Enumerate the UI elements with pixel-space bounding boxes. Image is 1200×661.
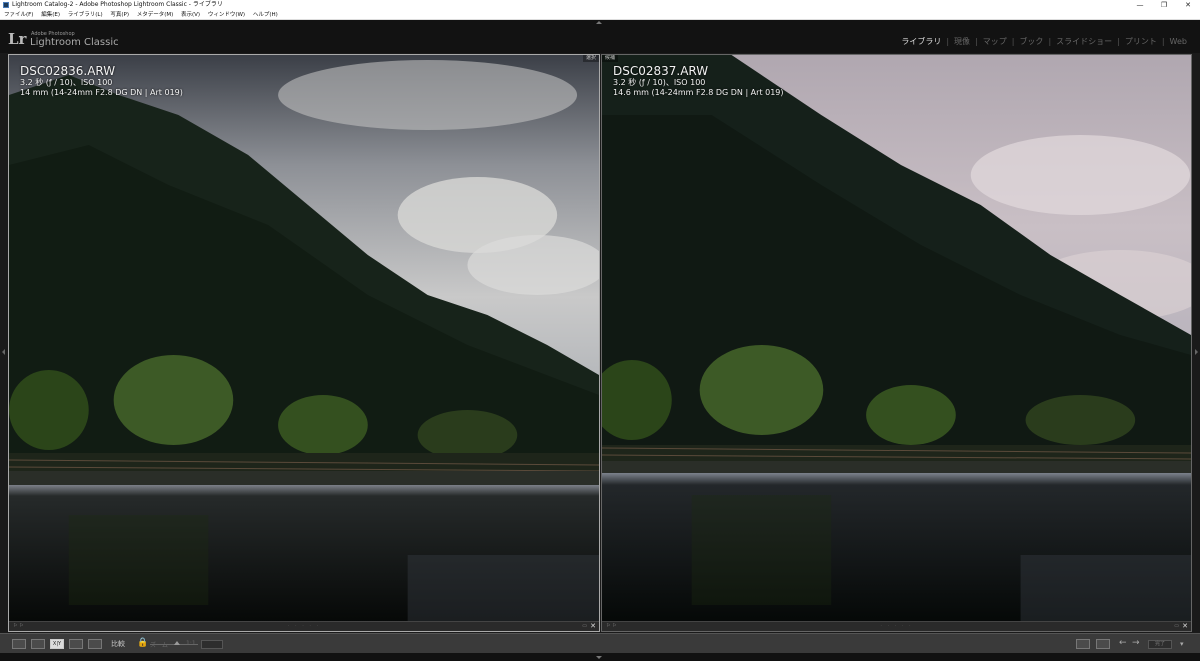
swap-icon[interactable] [1076,639,1090,649]
restore-button[interactable]: ❐ [1152,0,1176,10]
select-info-overlay: DSC02836.ARW 3.2 秒 (ƒ / 10)、ISO 100 14 m… [20,65,183,98]
candidate-color-label-icon[interactable]: ▭ [1174,623,1179,629]
select-photo-pane[interactable]: 選択 DSC02836.ARW 3.2 秒 (ƒ / 10)、ISO 100 1… [8,54,600,632]
minimize-button[interactable]: — [1128,0,1152,10]
select-rating-dots[interactable]: · · · · · [288,623,320,629]
window-controls: — ❐ ✕ [1128,0,1200,10]
toolbar-menu-chevron-down-icon[interactable]: ▾ [1180,640,1184,648]
candidate-photo-pane[interactable]: 候補 DSC02837.ARW 3.2 秒 (ƒ / 10)、ISO 100 1… [601,54,1192,632]
grid-view-icon[interactable] [12,639,26,649]
select-filename: DSC02836.ARW [20,64,116,78]
candidate-photo-image [602,55,1191,623]
menu-bar: ファイル(F) 編集(E) ライブラリ(L) 写真(P) メタデータ(M) 表示… [0,10,1200,20]
lightroom-app-icon [3,2,9,8]
module-print[interactable]: プリント [1120,36,1162,47]
loupe-view-icon[interactable] [31,639,45,649]
window-titlebar: Lightroom Catalog-2 - Adobe Photoshop Li… [0,0,1200,10]
select-label: 選択 [582,55,599,62]
menu-edit[interactable]: 編集(E) [38,10,63,20]
select-photo[interactable] [9,55,599,623]
people-view-icon[interactable] [88,639,102,649]
select-close-icon[interactable]: ✕ [590,622,596,630]
menu-photo[interactable]: 写真(P) [107,10,132,20]
sync-button[interactable] [201,640,223,649]
select-exposure: 3.2 秒 (ƒ / 10)、ISO 100 [20,78,113,87]
collapse-left-panel-arrow-icon[interactable] [2,349,5,355]
make-select-icon[interactable] [1096,639,1110,649]
module-book[interactable]: ブック [1014,36,1048,47]
select-photo-image [9,55,599,623]
module-develop[interactable]: 現像 [949,36,975,47]
candidate-label: 候補 [602,55,619,62]
candidate-lens: 14.6 mm (14-24mm F2.8 DG DN | Art 019) [613,88,784,97]
menu-file[interactable]: ファイル(F) [1,10,36,20]
menu-window[interactable]: ウィンドウ(W) [205,10,248,20]
candidate-close-icon[interactable]: ✕ [1182,622,1188,630]
candidate-filename: DSC02837.ARW [613,64,709,78]
collapse-right-panel-arrow-icon[interactable] [1195,349,1198,355]
lr-logo: Lr [8,30,27,48]
next-photo-arrow-icon[interactable]: → [1132,638,1140,648]
window-title: Lightroom Catalog-2 - Adobe Photoshop Li… [12,1,223,8]
menu-metadata[interactable]: メタデータ(M) [134,10,177,20]
menu-view[interactable]: 表示(V) [178,10,203,20]
done-button[interactable]: 完了 [1148,640,1172,649]
zoom-lock-icon[interactable]: 🔒 [137,638,148,648]
candidate-photo[interactable] [602,55,1191,623]
collapse-bottom-panel-arrow-icon[interactable] [596,656,602,659]
select-lens: 14 mm (14-24mm F2.8 DG DN | Art 019) [20,88,183,97]
menu-help[interactable]: ヘルプ(H) [250,10,281,20]
candidate-pane-footer: ⚐ ⚐ · · · · · ▭ ✕ [602,621,1191,631]
bottom-toolbar: X|Y 比較 🔒 ズーム 1:1 ← → 完了 ▾ [0,633,1200,653]
collapse-top-panel-arrow-icon[interactable] [596,21,602,24]
product-name: Lightroom Classic [30,37,119,48]
compare-label: 比較 [111,640,125,648]
module-slideshow[interactable]: スライドショー [1051,36,1117,47]
select-pane-footer: ⚐ ⚐ · · · · · ▭ ✕ [9,621,599,631]
module-web[interactable]: Web [1165,37,1192,46]
candidate-rating-dots[interactable]: · · · · · [880,623,912,629]
previous-photo-arrow-icon[interactable]: ← [1119,638,1127,648]
select-flag-icon[interactable]: ⚐ ⚐ [13,623,24,629]
module-map[interactable]: マップ [978,36,1012,47]
menu-library[interactable]: ライブラリ(L) [65,10,106,20]
candidate-info-overlay: DSC02837.ARW 3.2 秒 (ƒ / 10)、ISO 100 14.6… [613,65,784,98]
close-window-button[interactable]: ✕ [1176,0,1200,10]
zoom-ratio: 1:1 [186,640,196,647]
filmstrip-collapse-strip [0,653,1200,661]
module-picker: ライブラリ | 現像 | マップ | ブック | スライドショー | プリント … [896,36,1192,47]
compare-view-icon[interactable]: X|Y [50,639,64,649]
compare-view: 選択 DSC02836.ARW 3.2 秒 (ƒ / 10)、ISO 100 1… [0,53,1200,633]
select-color-label-icon[interactable]: ▭ [582,623,587,629]
survey-view-icon[interactable] [69,639,83,649]
candidate-flag-icon[interactable]: ⚐ ⚐ [606,623,617,629]
module-library[interactable]: ライブラリ [896,36,946,47]
candidate-exposure: 3.2 秒 (ƒ / 10)、ISO 100 [613,78,706,87]
identity-plate-bar: Lr Adobe Photoshop Lightroom Classic ライブ… [0,20,1200,53]
zoom-slider-knob-icon[interactable] [174,641,180,645]
